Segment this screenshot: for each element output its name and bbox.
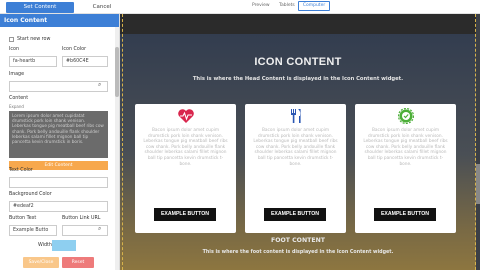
heartbeat-icon [135, 108, 236, 124]
head-description: This is where the Head Content is displa… [192, 76, 404, 82]
start-new-row-label: Start new row [17, 37, 51, 42]
image-search-icon[interactable]: ⌕ [98, 81, 101, 89]
color-swatch[interactable] [52, 240, 76, 251]
tablets-toggle[interactable]: Tablets [279, 3, 295, 8]
icon-card: Bacon ipsum dolor amet cupim drumstick p… [135, 104, 236, 233]
settings-sidebar: Icon Content Start new row Icon Icon Col… [0, 14, 120, 270]
tab-cancel[interactable]: Cancel [82, 2, 122, 13]
preview-scroll-thumb[interactable] [476, 164, 480, 204]
button-link-label: Button Link URL [62, 216, 101, 221]
sidebar-title: Icon Content [0, 14, 119, 27]
preview-label: Preview [252, 3, 270, 8]
image-label: Image [9, 72, 25, 77]
text-color-label: Text Color [9, 168, 33, 173]
head-title: ICON CONTENT [254, 56, 342, 68]
icon-label: Icon [9, 47, 20, 52]
content-editor[interactable]: Lorem ipsum dolor amet cupidatat drumsti… [9, 111, 108, 158]
link-search-icon[interactable]: ⌕ [98, 225, 101, 233]
utensils-icon [245, 108, 346, 124]
button-text-label: Button Text [9, 216, 37, 221]
preview-scrollbar[interactable] [476, 14, 480, 270]
icon-input[interactable]: fa-heartb [9, 56, 57, 67]
top-toolbar: Set Content Cancel Preview Tablets Compu… [0, 0, 480, 14]
computer-toggle[interactable]: Computer [298, 1, 330, 11]
card-text: Bacon ipsum dolor amet cupim drumstick p… [253, 128, 338, 167]
card-text: Bacon ipsum dolor amet cupim drumstick p… [363, 128, 448, 167]
icon-color-label: Icon Color [62, 47, 87, 52]
icon-card: Bacon ipsum dolor amet cupim drumstick p… [245, 104, 346, 233]
foot-title: FOOT CONTENT [271, 237, 325, 244]
width-label: Width [38, 243, 52, 248]
example-button[interactable]: EXAMPLE BUTTON [264, 208, 326, 221]
gear-check-icon [355, 107, 456, 125]
sidebar-scroll-thumb[interactable] [115, 47, 119, 97]
image-input[interactable] [9, 81, 108, 92]
icon-card: Bacon ipsum dolor amet cupim drumstick p… [355, 104, 456, 233]
start-new-row-checkbox[interactable] [9, 37, 14, 42]
foot-description: This is where the foot content is displa… [202, 250, 394, 255]
reset-button[interactable]: Reset [62, 257, 94, 268]
expand-link[interactable]: Expand [9, 104, 24, 109]
button-text-input[interactable]: Example Butto [9, 225, 57, 236]
save-close-button[interactable]: Save/Close [23, 257, 59, 268]
widget-preview: ICON CONTENT This is where the Head Cont… [120, 14, 480, 270]
content-label: Content [9, 96, 29, 101]
example-button[interactable]: EXAMPLE BUTTON [154, 208, 216, 221]
background-color-input[interactable]: #edeaf2 [9, 201, 108, 212]
card-text: Bacon ipsum dolor amet cupim drumstick p… [143, 128, 228, 167]
example-button[interactable]: EXAMPLE BUTTON [374, 208, 436, 221]
icon-color-input[interactable]: #b60C4E [62, 56, 108, 67]
sidebar-scrollbar[interactable] [115, 27, 119, 270]
tab-set-content[interactable]: Set Content [6, 2, 74, 13]
background-color-label: Background Color [9, 192, 52, 197]
text-color-input[interactable] [9, 177, 108, 188]
